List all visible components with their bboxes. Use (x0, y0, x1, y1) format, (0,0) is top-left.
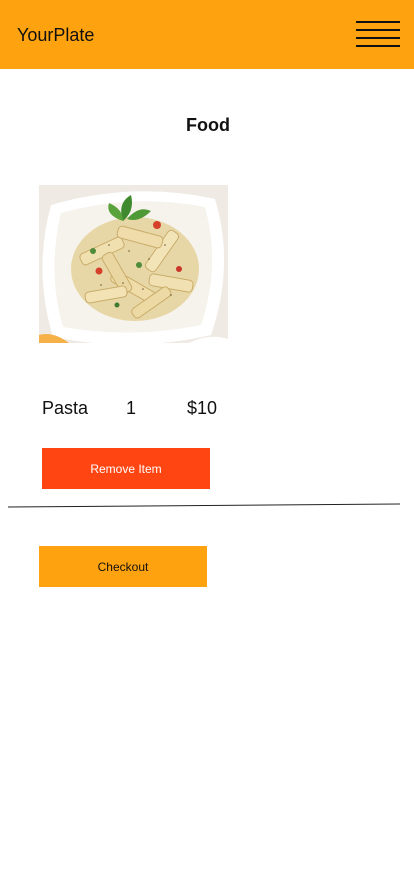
item-quantity: 1 (126, 398, 137, 418)
app-header: YourPlate (0, 0, 414, 69)
item-price: $10 (187, 398, 218, 418)
pasta-image (39, 185, 228, 343)
page-title: Food (186, 115, 230, 135)
checkout-button[interactable]: Checkout (39, 546, 207, 587)
hamburger-menu-icon[interactable] (356, 21, 401, 48)
item-name: Pasta (42, 398, 89, 418)
brand-title: YourPlate (17, 25, 95, 45)
remove-item-button[interactable]: Remove Item (42, 448, 210, 489)
cart-page: YourPlate Food Pasta 1 $10 Remove Item C… (0, 0, 414, 896)
section-divider (7, 503, 401, 508)
